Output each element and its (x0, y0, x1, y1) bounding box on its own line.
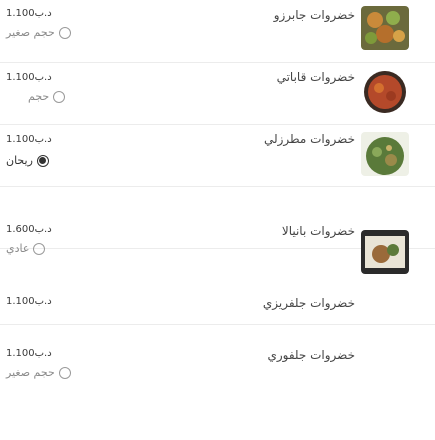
radio-checked-icon[interactable] (36, 154, 49, 167)
radio-unchecked-icon[interactable] (58, 26, 71, 39)
menu-item-row[interactable]: 1.100د.ب خضروات جلفريزي (0, 248, 435, 325)
size-option-label: حجم صغير (6, 366, 55, 379)
item-price: 1.100د.ب (6, 296, 52, 307)
menu-item-row[interactable]: 1.100د.ب حجم خضروات قاباتي (0, 62, 435, 125)
vegetable-dish-image (361, 132, 409, 176)
size-option[interactable]: حجم صغير (6, 366, 71, 379)
item-price: 1.100د.ب (6, 72, 52, 83)
item-name: خضروات جلفريزي (262, 296, 355, 310)
size-option[interactable]: ريحان (6, 154, 49, 167)
vegetable-dish-image (361, 6, 409, 50)
radio-unchecked-icon[interactable] (53, 90, 66, 103)
radio-unchecked-icon[interactable] (58, 366, 71, 379)
menu-item-row[interactable]: 1.600د.ب عادي خضروات بانيالا (0, 186, 435, 274)
size-option-label: حجم (28, 90, 50, 103)
item-name: خضروات مطرزلي (263, 132, 355, 146)
menu-item-row[interactable]: 1.100د.ب حجم صغير خضروات جلفوري (0, 324, 435, 404)
item-name: خضروات قاباتي (276, 70, 355, 84)
item-name: خضروات جلفوري (267, 348, 355, 362)
item-name: خضروات جابرزو (273, 8, 355, 22)
size-option-label: حجم صغير (6, 26, 55, 39)
item-name: خضروات بانيالا (281, 224, 355, 238)
size-option[interactable]: حجم صغير (6, 26, 71, 39)
vegetable-dish-image (361, 70, 409, 114)
item-price: 1.100د.ب (6, 8, 52, 19)
item-price: 1.100د.ب (6, 134, 52, 145)
item-price: 1.100د.ب (6, 348, 52, 359)
menu-item-row[interactable]: 1.100د.ب ريحان خضروات مطرزلي (0, 124, 435, 187)
item-price: 1.600د.ب (6, 224, 52, 235)
menu-item-row[interactable]: 1.100د.ب حجم صغير خضروات جابرزو (0, 0, 435, 63)
size-option[interactable]: حجم (28, 90, 66, 103)
size-option-label: ريحان (6, 154, 33, 167)
